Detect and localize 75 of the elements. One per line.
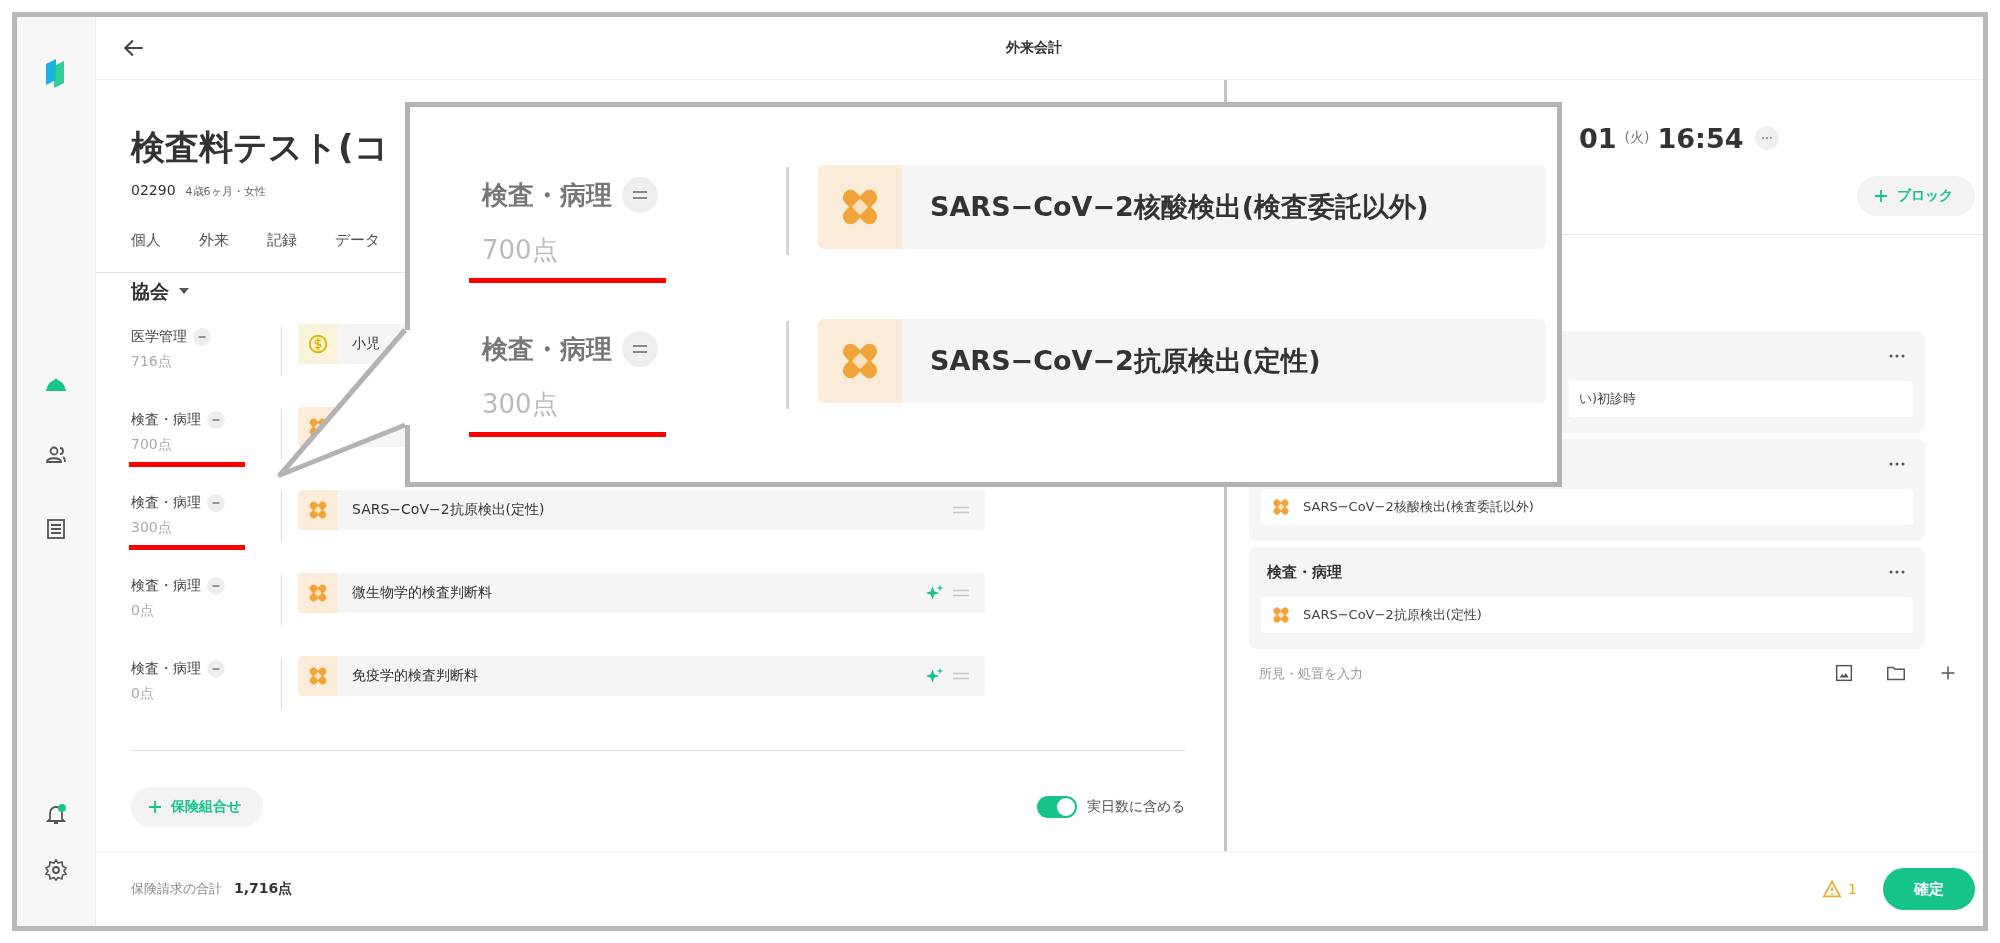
- total-points: 1,716点: [234, 880, 293, 898]
- note-input-field[interactable]: 所見・処置を入力: [1249, 661, 1803, 685]
- category-label: 検査・病理: [482, 332, 612, 366]
- tab[interactable]: 個人: [131, 228, 161, 252]
- category-label: 検査・病理: [131, 410, 201, 429]
- minus-button[interactable]: [193, 327, 211, 346]
- points-label: 0点: [130, 684, 155, 703]
- entry-text: い)初診時: [1579, 390, 1637, 408]
- procedure-item[interactable]: 微生物学的検査判断料: [298, 573, 985, 613]
- category-label: 検査・病理: [131, 576, 201, 595]
- equals-button[interactable]: [622, 331, 658, 367]
- equals-button[interactable]: [622, 177, 658, 213]
- patient-info: 4歳6ヶ月・女性: [185, 184, 266, 200]
- points-label: 700点: [482, 234, 558, 267]
- warning-icon[interactable]: [1822, 880, 1843, 898]
- points-label: 0点: [130, 601, 155, 620]
- tab[interactable]: データ: [335, 228, 380, 252]
- card-title: 検査・病理: [1267, 562, 1342, 582]
- record-entry[interactable]: SARS−CoV−2核酸検出(検査委託以外): [1261, 489, 1913, 525]
- record-entry[interactable]: SARS−CoV−2抗原検出(定性): [1261, 597, 1913, 633]
- procedure-name: 免疫学的検査判断料: [352, 667, 478, 685]
- bandage-icon: [1271, 497, 1291, 517]
- patient-name: 検査料テスト(コ: [131, 126, 390, 169]
- points-label: 300点: [482, 388, 558, 421]
- visit-time: 16:54: [1657, 122, 1744, 154]
- minus-button[interactable]: [207, 576, 225, 595]
- image-icon[interactable]: [1833, 662, 1855, 684]
- category-label: 医学管理: [131, 327, 187, 346]
- points-label: 716点: [130, 352, 173, 371]
- record-entry[interactable]: い)初診時: [1569, 381, 1913, 417]
- patient-id: 02290: [131, 181, 176, 200]
- warning-count: 1: [1848, 881, 1857, 897]
- procedure-name: SARS−CoV−2核酸検出(検査委託以外): [930, 190, 1429, 224]
- more-icon[interactable]: [1889, 462, 1905, 466]
- procedure-item[interactable]: 免疫学的検査判断料: [298, 656, 985, 696]
- points-label: 300点: [129, 515, 245, 550]
- minus-button[interactable]: [207, 493, 225, 512]
- visit-date: 01: [1579, 122, 1617, 154]
- entry-text: SARS−CoV−2抗原検出(定性): [1303, 606, 1482, 624]
- more-icon[interactable]: [1889, 570, 1905, 574]
- plus-icon: [1875, 190, 1887, 202]
- drag-handle-icon[interactable]: [953, 672, 969, 680]
- drag-handle-icon[interactable]: [953, 506, 969, 514]
- total-label: 保険請求の合計: [131, 880, 222, 898]
- procedure-name: SARS−CoV−2抗原検出(定性): [930, 344, 1321, 378]
- bandage-icon: [307, 499, 329, 521]
- weekday-label: (火): [1624, 129, 1650, 147]
- bandage-icon: [307, 582, 329, 604]
- list-icon[interactable]: [44, 517, 68, 541]
- procedure-name: 微生物学的検査判断料: [352, 584, 492, 602]
- settings-icon[interactable]: [44, 858, 68, 882]
- plus-icon: [149, 801, 161, 813]
- category-label: 検査・病理: [131, 493, 201, 512]
- toggle-label: 実日数に含める: [1087, 798, 1185, 816]
- bell-icon[interactable]: [44, 802, 68, 826]
- procedure-name: 小児: [352, 335, 380, 353]
- entry-text: SARS−CoV−2核酸検出(検査委託以外): [1303, 498, 1534, 516]
- bandage-icon: [1271, 605, 1291, 625]
- points-label: 700点: [129, 432, 245, 467]
- drag-handle-icon[interactable]: [953, 589, 969, 597]
- caret-icon[interactable]: [179, 288, 189, 294]
- minus-button[interactable]: [207, 410, 225, 429]
- procedure-name: SARS−CoV−2抗原検出(定性): [352, 501, 545, 519]
- bandage-icon: [307, 665, 329, 687]
- procedure-item[interactable]: SARS−CoV−2抗原検出(定性): [298, 490, 985, 530]
- toggle-switch[interactable]: [1037, 796, 1077, 818]
- more-icon[interactable]: [1889, 354, 1905, 358]
- tab[interactable]: 外来: [199, 228, 229, 252]
- coin-icon: [307, 333, 329, 355]
- insurer-dropdown[interactable]: 協会: [131, 279, 169, 303]
- page-title: 外来会計: [1005, 39, 1062, 57]
- category-label: 検査・病理: [131, 659, 201, 678]
- minus-button[interactable]: [207, 659, 225, 678]
- category-label: 検査・病理: [482, 178, 612, 212]
- tab[interactable]: 記録: [267, 228, 297, 252]
